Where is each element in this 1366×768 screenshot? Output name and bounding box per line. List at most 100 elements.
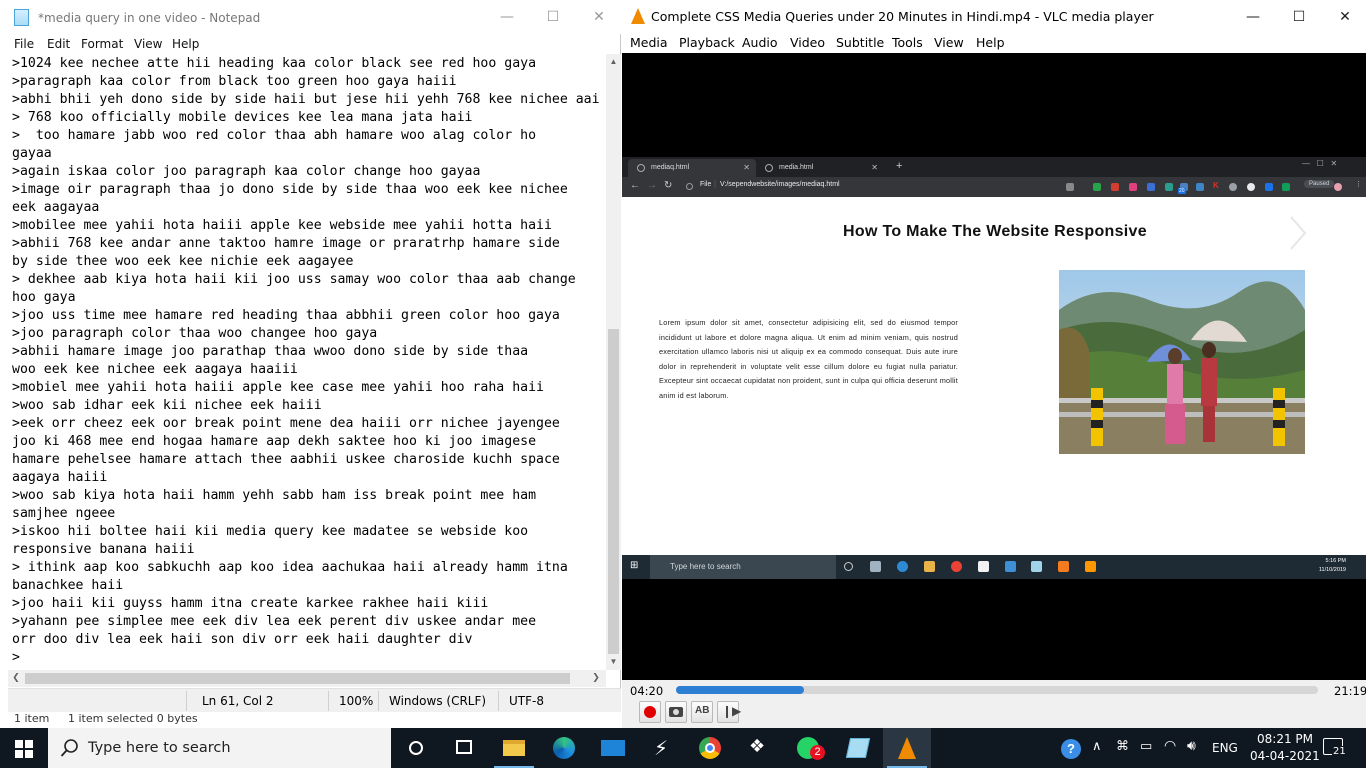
- lightning-icon: ⚡: [654, 736, 669, 760]
- inner-search-box: Type here to search: [650, 555, 836, 579]
- horizontal-scroll-thumb[interactable]: [25, 673, 570, 684]
- notepad-text-area[interactable]: >1024 kee nechee atte hii heading kaa co…: [8, 54, 606, 670]
- seek-bar[interactable]: [676, 686, 1318, 694]
- minimize-button[interactable]: —: [484, 0, 530, 34]
- notepad-taskbar-button[interactable]: [834, 728, 882, 768]
- vlc-menu-view[interactable]: View: [934, 35, 964, 50]
- notepad-icon: [845, 738, 871, 758]
- notepad-statusbar: Ln 61, Col 2 100% Windows (CRLF) UTF-8: [8, 688, 621, 712]
- windows-start-icon[interactable]: [15, 740, 33, 758]
- scroll-left-icon[interactable]: ❮: [9, 672, 23, 685]
- language-indicator[interactable]: ENG: [1212, 741, 1238, 755]
- horizontal-scrollbar[interactable]: ❮ ❯: [8, 670, 606, 687]
- vlc-menu-playback[interactable]: Playback: [679, 35, 735, 50]
- browser-menu-icon: ⋮: [1355, 181, 1362, 188]
- browser-addressbar: ← → ↻ File | V:/sependwebsite/images/med…: [622, 177, 1366, 197]
- menu-file[interactable]: File: [14, 37, 34, 51]
- slide-next-icon: [1290, 216, 1307, 250]
- edge-icon: [553, 737, 575, 759]
- page-heading: How To Make The Website Responsive: [843, 223, 1147, 240]
- task-view-button[interactable]: [440, 728, 488, 768]
- vlc-title: Complete CSS Media Queries under 20 Minu…: [651, 9, 1154, 24]
- selection-info: 1 item selected 0 bytes: [68, 712, 198, 725]
- snapshot-button[interactable]: [665, 701, 687, 723]
- video-surface[interactable]: mediaq.html ✕ media.html ✕ + — ☐ ✕ ← → ↻…: [622, 53, 1366, 680]
- inner-clock: 5:16 PM 11/10/2019: [1318, 558, 1346, 573]
- notification-count: 21: [1332, 746, 1347, 757]
- search-placeholder: Type here to search: [88, 740, 231, 756]
- scroll-right-icon[interactable]: ❯: [589, 672, 603, 685]
- encoding: UTF-8: [509, 694, 544, 708]
- volume-icon[interactable]: 🔊︎: [1187, 738, 1196, 754]
- explorer-statusbar: 1 item 1 item selected 0 bytes: [0, 712, 621, 728]
- vlc-taskbar-button[interactable]: [883, 728, 931, 768]
- vlc-menu-tools[interactable]: Tools: [892, 35, 923, 50]
- frame-step-button[interactable]: ❙▶: [717, 701, 742, 723]
- vlc-close-button[interactable]: ✕: [1322, 0, 1366, 34]
- notepad-text-content: >1024 kee nechee atte hii heading kaa co…: [12, 56, 600, 665]
- vlc-titlebar: Complete CSS Media Queries under 20 Minu…: [622, 0, 1366, 33]
- edge-button[interactable]: [540, 728, 588, 768]
- notepad-app-icon: [14, 9, 29, 26]
- notepad-menubar: File Edit Format View Help: [0, 34, 621, 54]
- item-count: 1 item: [14, 712, 50, 725]
- browser-tabstrip: mediaq.html ✕ media.html ✕ + — ☐ ✕: [622, 157, 1366, 177]
- loop-ab-button[interactable]: AB: [691, 701, 713, 723]
- file-explorer-button[interactable]: [490, 728, 538, 768]
- notepad-window: *media query in one video - Notepad — ☐ …: [0, 0, 621, 728]
- vlc-menu-audio[interactable]: Audio: [742, 35, 778, 50]
- record-button[interactable]: [639, 701, 661, 723]
- vlc-menu-video[interactable]: Video: [790, 35, 825, 50]
- vlc-cone-icon: [631, 8, 645, 24]
- vlc-menu-help[interactable]: Help: [976, 35, 1005, 50]
- seek-progress: [676, 686, 805, 694]
- usb-icon[interactable]: ⌘: [1116, 739, 1129, 754]
- vlc-window: Complete CSS Media Queries under 20 Minu…: [622, 0, 1366, 728]
- two-girls-umbrella-photo: [1059, 270, 1305, 454]
- cortana-icon: [409, 741, 423, 755]
- taskbar-search-box[interactable]: Type here to search: [48, 728, 391, 768]
- task-view-icon: [456, 740, 472, 754]
- frame-step-icon: ❙▶: [722, 704, 742, 718]
- info-icon: [686, 183, 693, 190]
- vlc-menubar: Media Playback Audio Video Subtitle Tool…: [622, 33, 1366, 53]
- battery-icon[interactable]: ▭: [1140, 739, 1152, 754]
- menu-edit[interactable]: Edit: [47, 37, 70, 51]
- notepad-title: *media query in one video - Notepad: [38, 11, 261, 25]
- vertical-scrollbar[interactable]: ▲ ▼: [606, 54, 621, 670]
- search-icon: [60, 739, 78, 757]
- new-tab-icon: +: [896, 160, 903, 172]
- vlc-menu-subtitle[interactable]: Subtitle: [836, 35, 884, 50]
- help-icon[interactable]: ?: [1061, 739, 1081, 759]
- menu-view[interactable]: View: [134, 37, 162, 51]
- line-ending: Windows (CRLF): [389, 694, 487, 708]
- whatsapp-button[interactable]: 2: [785, 728, 833, 768]
- recorded-taskbar: ⊞ Type here to search 5:16 PM 11/10/2019: [622, 555, 1366, 579]
- maximize-button[interactable]: ☐: [530, 0, 576, 34]
- menu-help[interactable]: Help: [172, 37, 199, 51]
- dropbox-button[interactable]: ❖: [736, 728, 784, 768]
- tab-close-icon: ✕: [743, 163, 750, 172]
- mail-icon: [601, 740, 625, 756]
- mail-button[interactable]: [589, 728, 637, 768]
- vlc-maximize-button[interactable]: ☐: [1276, 0, 1322, 34]
- scroll-up-icon[interactable]: ▲: [608, 55, 619, 69]
- chevron-up-icon[interactable]: ∧: [1092, 739, 1102, 754]
- sublime-button[interactable]: ⚡: [637, 728, 685, 768]
- reload-icon: ↻: [664, 180, 673, 191]
- cortana-button[interactable]: [392, 728, 440, 768]
- menu-format[interactable]: Format: [81, 37, 123, 51]
- wifi-icon[interactable]: ◠: [1164, 738, 1176, 754]
- clock-time[interactable]: 08:21 PM: [1257, 732, 1313, 746]
- tab-close-icon: ✕: [871, 163, 878, 172]
- vertical-scroll-thumb[interactable]: [608, 329, 619, 654]
- vlc-menu-media[interactable]: Media: [630, 35, 668, 50]
- clock-date[interactable]: 04-04-2021: [1250, 749, 1320, 763]
- dropbox-icon: ❖: [749, 736, 766, 756]
- folder-icon: [503, 740, 525, 756]
- close-button[interactable]: ✕: [576, 0, 622, 34]
- scroll-down-icon[interactable]: ▼: [608, 655, 619, 669]
- vlc-controls: 04:20 21:19 AB ❙▶: [622, 680, 1366, 728]
- vlc-minimize-button[interactable]: —: [1230, 0, 1276, 34]
- chrome-button[interactable]: [686, 728, 734, 768]
